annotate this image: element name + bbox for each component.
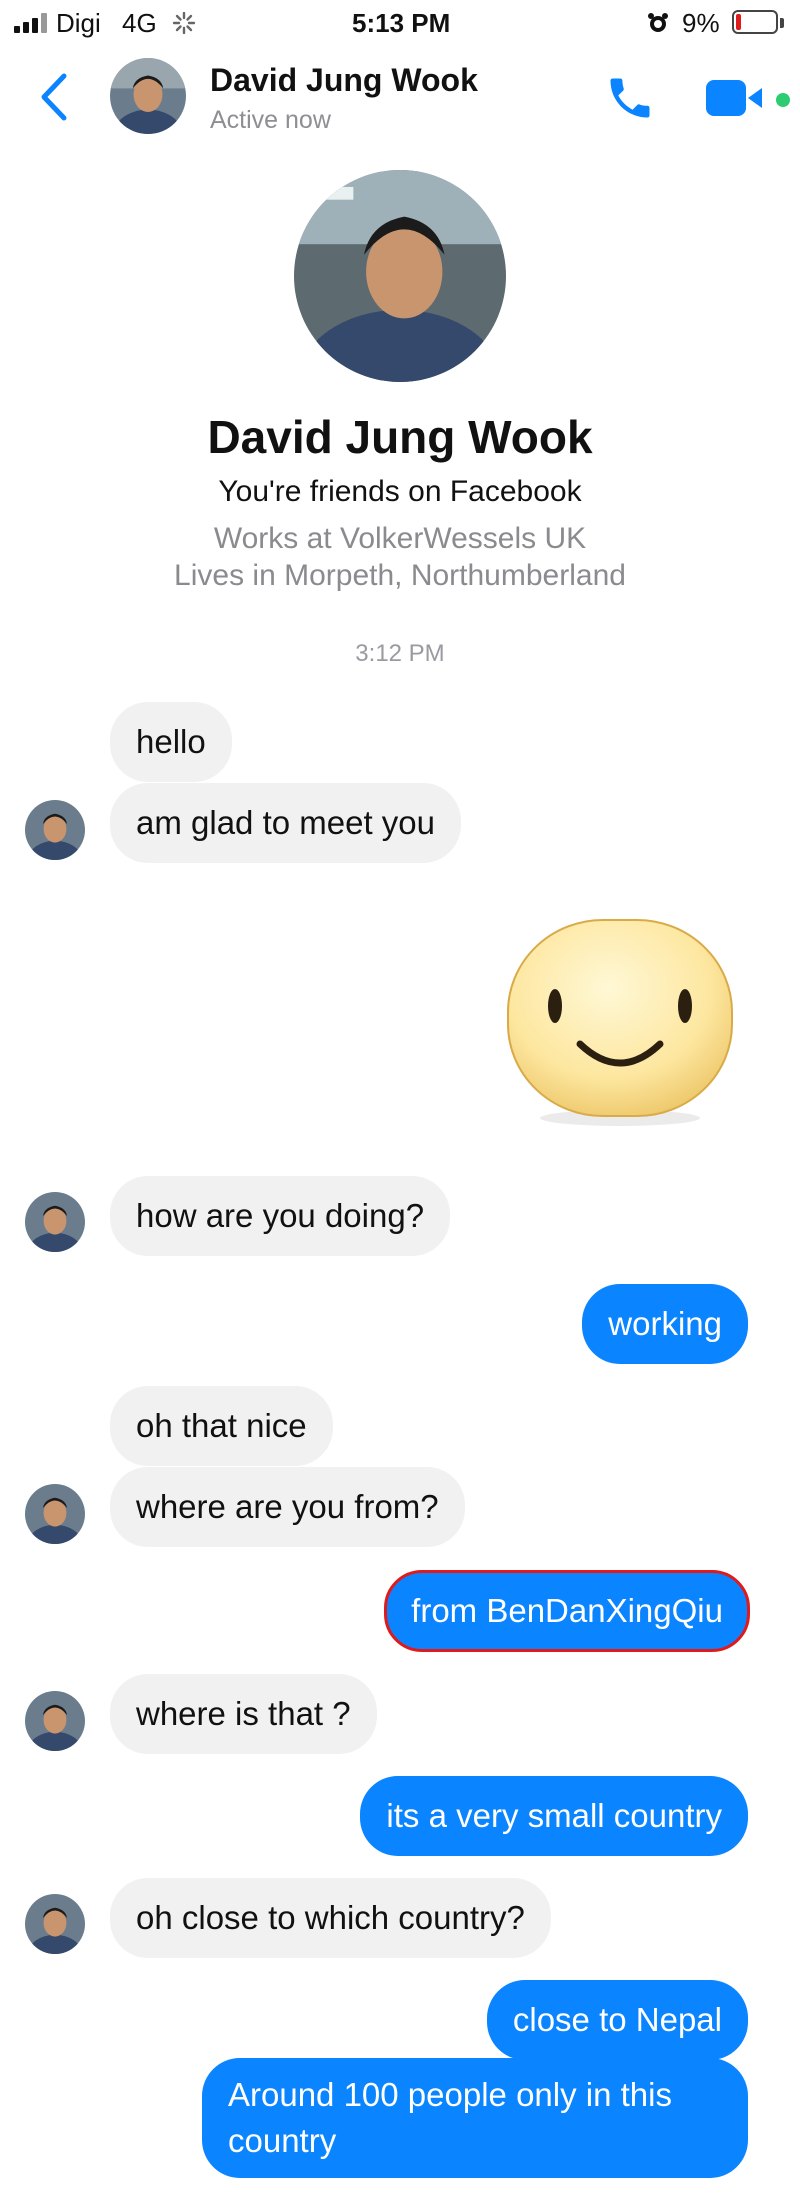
message-bubble-incoming[interactable]: hello bbox=[110, 702, 232, 782]
active-dot bbox=[776, 93, 790, 107]
signal-icon bbox=[14, 13, 50, 33]
network-label: 4G bbox=[122, 8, 157, 38]
message-timestamp: 3:12 PM bbox=[355, 640, 445, 667]
header-avatar[interactable] bbox=[110, 58, 186, 134]
sender-avatar[interactable] bbox=[25, 1894, 85, 1954]
sender-avatar[interactable] bbox=[25, 800, 85, 860]
video-call-icon[interactable] bbox=[706, 76, 770, 120]
friend-status: You're friends on Facebook bbox=[218, 475, 582, 508]
clock: 5:13 PM bbox=[352, 8, 451, 38]
carrier-label: Digi bbox=[56, 8, 101, 38]
sender-avatar[interactable] bbox=[25, 1192, 85, 1252]
message-bubble-incoming[interactable]: where is that ? bbox=[110, 1674, 377, 1754]
profile-avatar[interactable] bbox=[294, 170, 506, 382]
message-bubble-outgoing[interactable]: working bbox=[582, 1284, 748, 1364]
message-bubble-outgoing[interactable]: its a very small country bbox=[360, 1776, 748, 1856]
profile-location: Lives in Morpeth, Northumberland bbox=[174, 559, 626, 592]
message-bubble-incoming[interactable]: am glad to meet you bbox=[110, 783, 461, 863]
profile-name: David Jung Wook bbox=[207, 411, 593, 463]
loading-spinner-icon bbox=[173, 12, 195, 34]
battery-icon bbox=[732, 10, 784, 36]
status-bar: Digi 4G 5:13 PM 9% bbox=[0, 0, 800, 48]
alarm-icon bbox=[648, 13, 668, 32]
message-bubble-incoming[interactable]: where are you from? bbox=[110, 1467, 465, 1547]
message-bubble-incoming[interactable]: oh that nice bbox=[110, 1386, 333, 1466]
back-chevron-icon[interactable] bbox=[38, 72, 68, 122]
profile-work: Works at VolkerWessels UK bbox=[213, 522, 587, 555]
battery-percent: 9% bbox=[682, 8, 720, 38]
header-contact-name[interactable]: David Jung Wook bbox=[210, 62, 478, 99]
presence-status: Active now bbox=[210, 106, 331, 134]
message-bubble-outgoing-highlighted[interactable]: from BenDanXingQiu bbox=[384, 1570, 750, 1652]
message-bubble-incoming[interactable]: oh close to which country? bbox=[110, 1878, 551, 1958]
message-bubble-incoming[interactable]: how are you doing? bbox=[110, 1176, 451, 1256]
message-bubble-outgoing[interactable]: close to Nepal bbox=[486, 1980, 748, 2060]
phone-call-icon[interactable] bbox=[604, 72, 656, 124]
sender-avatar[interactable] bbox=[25, 1691, 85, 1751]
message-bubble-outgoing[interactable]: Around 100 people only in this country bbox=[202, 2058, 748, 2178]
smiley-sticker-icon[interactable] bbox=[500, 912, 740, 1132]
sender-avatar[interactable] bbox=[25, 1484, 85, 1544]
